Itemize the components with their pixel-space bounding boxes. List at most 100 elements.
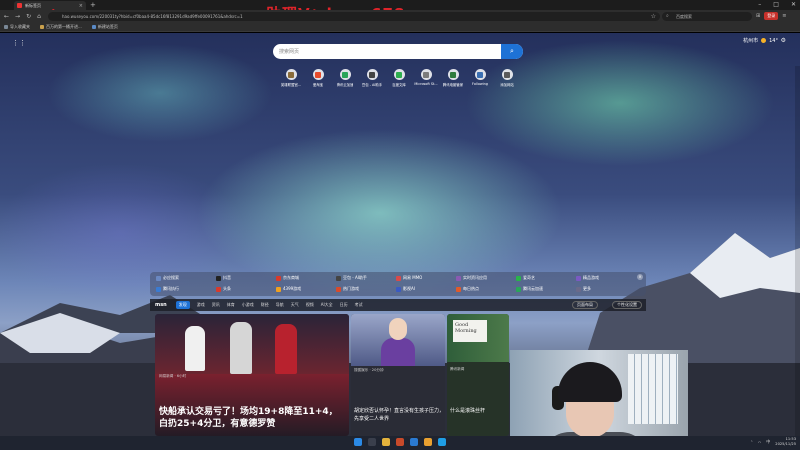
refresh-icon[interactable]: ↻ xyxy=(26,13,31,20)
shortcut-tile[interactable]: 豆包 - AI助手 xyxy=(361,69,383,87)
quick-link[interactable]: 抖音 xyxy=(216,275,276,281)
bookmark-item[interactable]: 百万的第一桶开进... xyxy=(40,24,82,30)
card-source: 搜狐娱乐 · 20分钟 xyxy=(354,368,384,372)
close-window-icon[interactable]: ✕ xyxy=(791,1,796,8)
news-card[interactable]: 搜狐娱乐 · 20分钟 胡定欣否认怀孕！直言没有生孩子压力，先享受二人世界 xyxy=(351,314,445,436)
app-icon[interactable] xyxy=(396,438,404,446)
quick-link-icon xyxy=(216,286,221,292)
store-icon[interactable] xyxy=(410,438,418,446)
shortcut-tile[interactable]: Following xyxy=(469,69,491,87)
search-box[interactable]: 搜索网页 ⌕ xyxy=(273,44,523,59)
gear-icon[interactable]: ⚙ xyxy=(781,37,786,44)
shortcut-tile[interactable]: 英雄联盟官... xyxy=(280,69,302,87)
shortcut-tile[interactable]: 腾讯电脑管家 xyxy=(442,69,464,87)
quick-link-icon xyxy=(576,286,581,292)
quick-link[interactable]: 实时资讯应用 xyxy=(456,275,516,281)
quick-link[interactable]: 影视AI xyxy=(396,286,456,292)
card-title[interactable]: 胡定欣否认怀孕！直言没有生孩子压力，先享受二人世界 xyxy=(354,407,444,423)
feed-tab[interactable]: 财经 xyxy=(261,302,269,308)
star-icon[interactable]: ☆ xyxy=(651,13,656,20)
feed-tab[interactable]: 考试 xyxy=(355,302,363,308)
quick-link[interactable]: 每日热点 xyxy=(456,286,516,292)
shortcut-tile[interactable]: 添加网站 xyxy=(496,69,518,87)
back-icon[interactable]: ← xyxy=(4,13,9,20)
page-layout-button[interactable]: 页面布局 xyxy=(572,301,598,309)
tab-favicon-icon xyxy=(17,3,22,8)
shortcut-tile[interactable]: 爱淘宝 xyxy=(307,69,329,87)
news-card[interactable]: Good Morning 腾讯新闻 什么是滚珠丝杆 xyxy=(447,314,509,436)
edge-icon[interactable] xyxy=(438,438,446,446)
quick-link-icon xyxy=(336,286,341,292)
login-button[interactable]: 登录 xyxy=(764,12,779,20)
news-card[interactable]: 网易新闻 · 6小时 快船承认交易亏了！场均19+8降至11+4，白扔25+4分… xyxy=(155,314,349,436)
msn-logo: msn xyxy=(155,302,167,308)
maximize-icon[interactable]: □ xyxy=(773,1,779,8)
feed-tab[interactable]: 资讯 xyxy=(212,302,220,308)
forward-icon[interactable]: → xyxy=(15,13,20,20)
bookmark-item[interactable]: 导入收藏夹 xyxy=(4,24,30,30)
quick-link-label: 网易 MMO xyxy=(403,275,423,280)
quick-link-label: 京东商城 xyxy=(283,275,299,280)
quick-link[interactable]: 豆包 - AI助手 xyxy=(336,275,396,281)
minimize-icon[interactable]: – xyxy=(758,1,761,8)
card-title[interactable]: 快船承认交易亏了！场均19+8降至11+4，白扔25+4分卫，有意德罗赞 xyxy=(159,406,345,430)
card-title[interactable]: 什么是滚珠丝杆 xyxy=(450,407,485,414)
quick-link[interactable]: 京东商城 xyxy=(276,275,336,281)
shortcut-icon xyxy=(447,69,459,80)
shortcut-label: Microsoft St... xyxy=(414,82,438,86)
quick-link[interactable]: 爱奇艺 xyxy=(516,275,576,281)
file-explorer-icon[interactable] xyxy=(382,438,390,446)
search-input[interactable]: 搜索网页 xyxy=(279,48,299,55)
feed-tab[interactable]: 导航 xyxy=(276,302,284,308)
feed-tab[interactable]: AI大全 xyxy=(321,302,333,308)
shortcut-tile[interactable]: 百度文库 xyxy=(388,69,410,87)
apps-grid-icon[interactable]: ⋮⋮ xyxy=(12,39,26,47)
feed-tab[interactable]: 视频 xyxy=(306,302,314,308)
quick-link-label: 精品游戏 xyxy=(583,275,599,280)
baidu-search-label: 百度搜索 xyxy=(676,14,692,19)
quick-link[interactable]: 精品游戏 xyxy=(576,275,636,281)
quick-link[interactable]: 必应搜索 xyxy=(156,275,216,281)
clock[interactable]: 11:53 2025/11/25 xyxy=(775,437,796,447)
url-field[interactable]: hao.wuseyou.com/220031ty?hbid=cf0baa4-85… xyxy=(48,12,660,21)
home-icon[interactable]: ⌂ xyxy=(37,13,41,20)
shortcut-tile[interactable]: 腾讯云加速 xyxy=(334,69,356,87)
chrome-icon[interactable] xyxy=(424,438,432,446)
baidu-search-box[interactable]: ⌕ 百度搜索 xyxy=(662,12,752,21)
feed-tab[interactable]: 游戏 xyxy=(197,302,205,308)
search-icon[interactable] xyxy=(368,438,376,446)
quick-link[interactable]: 4399游戏 xyxy=(276,286,336,292)
close-tab-icon[interactable]: × xyxy=(79,3,83,9)
feed-tab[interactable]: 日历 xyxy=(340,302,348,308)
quick-link[interactable]: 腾讯云加速 xyxy=(516,286,576,292)
toolbar-right: ⊞ 登录 ≡ xyxy=(756,12,786,20)
scrollbar[interactable] xyxy=(795,66,800,436)
quick-link[interactable]: 腾讯执行 xyxy=(156,286,216,292)
chevron-up-icon[interactable]: ˄ xyxy=(751,440,753,445)
quick-link[interactable]: 热门游戏 xyxy=(336,286,396,292)
wifi-icon[interactable]: ◠ xyxy=(758,440,762,445)
quick-link[interactable]: 更多 xyxy=(576,286,636,292)
quick-link[interactable]: 头条 xyxy=(216,286,276,292)
extensions-icon[interactable]: ⊞ xyxy=(756,13,760,19)
feed-tab[interactable]: 体育 xyxy=(227,302,235,308)
feed-tab[interactable]: 天气 xyxy=(291,302,299,308)
bookmark-favicon-icon xyxy=(91,25,96,29)
windows-start-icon[interactable] xyxy=(354,438,362,446)
new-tab-icon[interactable]: + xyxy=(90,1,96,9)
weather-widget[interactable]: 杭州市 14° xyxy=(743,37,778,45)
shortcut-tile[interactable]: Microsoft St... xyxy=(414,69,438,87)
quick-link-label: 抖音 xyxy=(223,275,231,280)
bookmark-item[interactable]: 新建站签页 xyxy=(91,24,118,30)
feed-tab[interactable]: 小游戏 xyxy=(242,302,254,308)
quick-link-label: 4399游戏 xyxy=(283,286,302,291)
webcam-overlay xyxy=(510,350,688,450)
close-icon[interactable]: × xyxy=(637,274,643,280)
menu-icon[interactable]: ≡ xyxy=(782,13,786,19)
search-button[interactable]: ⌕ xyxy=(501,44,523,59)
language-indicator[interactable]: 中 xyxy=(766,439,770,445)
quick-link[interactable]: 网易 MMO xyxy=(396,275,456,281)
feed-tab[interactable]: 发现 xyxy=(175,301,190,309)
shortcut-label: 腾讯电脑管家 xyxy=(442,83,464,87)
personalize-button[interactable]: 个性化设置 xyxy=(612,301,642,309)
